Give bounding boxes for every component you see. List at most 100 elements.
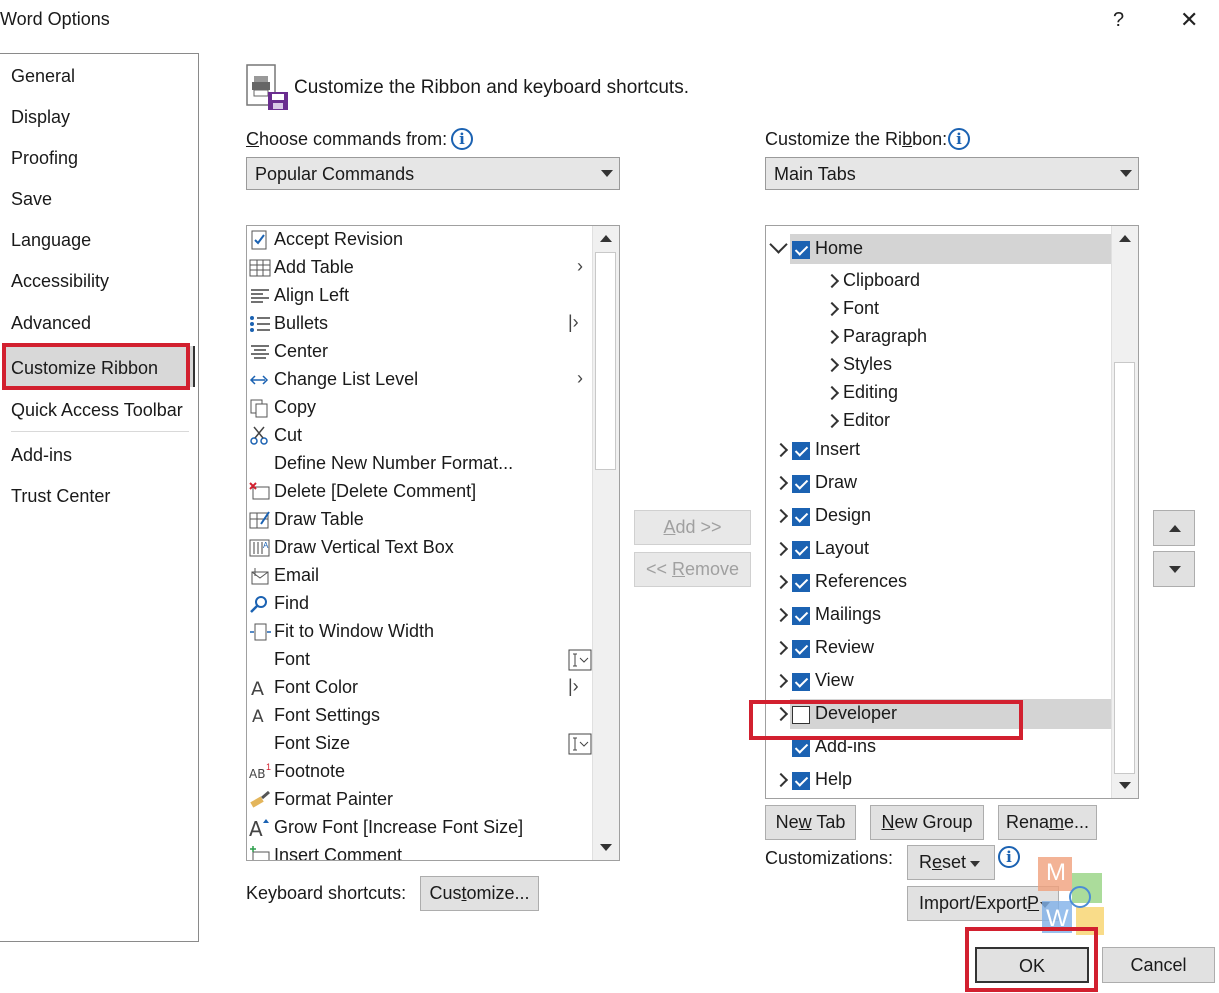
new-tab-button[interactable]: New Tab (765, 805, 856, 840)
tree-item-review[interactable]: Review (766, 633, 1112, 663)
list-item[interactable]: Change List Level › (247, 366, 593, 394)
checkbox-checked[interactable] (792, 475, 810, 493)
chevron-right-icon[interactable] (773, 574, 789, 590)
scroll-thumb[interactable] (595, 252, 616, 470)
tree-group-styles[interactable]: Styles (766, 350, 1112, 380)
reset-button[interactable]: Reset (907, 845, 995, 880)
chevron-right-icon[interactable] (773, 772, 789, 788)
customize-ribbon-combo[interactable]: Main Tabs (765, 157, 1139, 190)
cancel-button[interactable]: Cancel (1102, 947, 1215, 983)
import-export-button[interactable]: Import/ExportP (907, 886, 1059, 921)
list-item[interactable]: Define New Number Format... (247, 450, 593, 478)
list-item[interactable]: A Font Color |› (247, 674, 593, 702)
list-item[interactable]: Font (247, 646, 593, 674)
chevron-right-icon[interactable] (773, 508, 789, 524)
list-item[interactable]: Draw Table (247, 506, 593, 534)
sidebar-item-accessibility[interactable]: Accessibility (11, 271, 109, 292)
checkbox-checked[interactable] (792, 508, 810, 526)
close-button[interactable]: ✕ (1180, 7, 1198, 33)
list-item[interactable]: Accept Revision (247, 226, 593, 254)
list-item[interactable]: AB 1 Footnote (247, 758, 593, 786)
list-item[interactable]: Font Size (247, 730, 593, 758)
info-icon[interactable]: i (948, 128, 970, 150)
tree-item-references[interactable]: References (766, 567, 1112, 597)
chevron-right-icon[interactable] (773, 541, 789, 557)
tree-item-insert[interactable]: Insert (766, 435, 1112, 465)
list-item[interactable]: Center (247, 338, 593, 366)
checkbox-checked[interactable] (792, 640, 810, 658)
choose-commands-combo[interactable]: Popular Commands (246, 157, 620, 190)
scroll-up-icon[interactable] (600, 235, 612, 242)
list-item[interactable]: A Grow Font [Increase Font Size] (247, 814, 593, 842)
list-item[interactable]: A Draw Vertical Text Box (247, 534, 593, 562)
list-item[interactable]: Find (247, 590, 593, 618)
list-item[interactable]: Align Left (247, 282, 593, 310)
checkbox-checked[interactable] (792, 673, 810, 691)
customize-keyboard-button[interactable]: Customize... (420, 876, 539, 911)
chevron-right-icon[interactable] (773, 640, 789, 656)
tree-item-mailings[interactable]: Mailings (766, 600, 1112, 630)
tree-group-paragraph[interactable]: Paragraph (766, 322, 1112, 352)
add-button[interactable]: Add >> (634, 510, 751, 545)
commands-scrollbar[interactable] (592, 226, 619, 860)
list-item[interactable]: A Font Settings (247, 702, 593, 730)
list-item[interactable]: Bullets |› (247, 310, 593, 338)
checkbox-checked[interactable] (792, 772, 810, 790)
list-item[interactable]: Add Table › (247, 254, 593, 282)
checkbox-checked[interactable] (792, 442, 810, 460)
chevron-right-icon[interactable] (773, 673, 789, 689)
tree-group-editing[interactable]: Editing (766, 378, 1112, 408)
sidebar-item-display[interactable]: Display (11, 107, 70, 128)
sidebar-item-trust-center[interactable]: Trust Center (11, 486, 110, 507)
sidebar-item-quick-access-toolbar[interactable]: Quick Access Toolbar (11, 400, 183, 421)
checkbox-checked[interactable] (792, 541, 810, 559)
scroll-thumb[interactable] (1114, 362, 1135, 774)
ribbon-tree-scrollbar[interactable] (1111, 226, 1138, 798)
chevron-right-icon[interactable] (824, 329, 840, 345)
chevron-right-icon[interactable] (773, 475, 789, 491)
new-group-button[interactable]: New Group (870, 805, 984, 840)
checkbox-checked[interactable] (792, 607, 810, 625)
chevron-down-icon[interactable] (769, 235, 788, 254)
sidebar-item-general[interactable]: General (11, 66, 75, 87)
move-up-button[interactable] (1153, 510, 1195, 546)
tree-group-editor[interactable]: Editor (766, 406, 1112, 436)
list-item[interactable]: Fit to Window Width (247, 618, 593, 646)
sidebar-item-advanced[interactable]: Advanced (11, 313, 91, 334)
info-icon[interactable]: i (998, 846, 1020, 868)
list-item[interactable]: Format Painter (247, 786, 593, 814)
checkbox-checked[interactable] (792, 739, 810, 757)
info-icon[interactable]: i (451, 128, 473, 150)
sidebar-item-save[interactable]: Save (11, 189, 52, 210)
scroll-up-icon[interactable] (1119, 235, 1131, 242)
tree-item-draw[interactable]: Draw (766, 468, 1112, 498)
list-item[interactable]: Insert Comment (247, 842, 593, 860)
chevron-right-icon[interactable] (773, 442, 789, 458)
chevron-right-icon[interactable] (824, 301, 840, 317)
checkbox-checked[interactable] (792, 574, 810, 592)
chevron-right-icon[interactable] (824, 385, 840, 401)
checkbox-checked[interactable] (792, 241, 810, 259)
rename-button[interactable]: Rename... (998, 805, 1097, 840)
tree-item-design[interactable]: Design (766, 501, 1112, 531)
sidebar-item-proofing[interactable]: Proofing (11, 148, 78, 169)
list-item[interactable]: Cut (247, 422, 593, 450)
move-down-button[interactable] (1153, 551, 1195, 587)
list-item[interactable]: Copy (247, 394, 593, 422)
chevron-right-icon[interactable] (824, 357, 840, 373)
remove-button[interactable]: << Remove (634, 552, 751, 587)
tree-item-view[interactable]: View (766, 666, 1112, 696)
help-button[interactable]: ? (1113, 9, 1124, 32)
tree-group-font[interactable]: Font (766, 294, 1112, 324)
commands-list[interactable]: Accept Revision Add Table › Align Left Bulle… (246, 225, 620, 861)
tree-item-layout[interactable]: Layout (766, 534, 1112, 564)
tree-group-clipboard[interactable]: Clipboard (766, 266, 1112, 296)
tree-item-home[interactable]: Home (766, 234, 1112, 264)
chevron-right-icon[interactable] (773, 607, 789, 623)
scroll-down-icon[interactable] (600, 844, 612, 851)
list-item[interactable]: Email (247, 562, 593, 590)
sidebar-item-add-ins[interactable]: Add-ins (11, 445, 72, 466)
sidebar-item-language[interactable]: Language (11, 230, 91, 251)
chevron-right-icon[interactable] (824, 273, 840, 289)
scroll-down-icon[interactable] (1119, 782, 1131, 789)
